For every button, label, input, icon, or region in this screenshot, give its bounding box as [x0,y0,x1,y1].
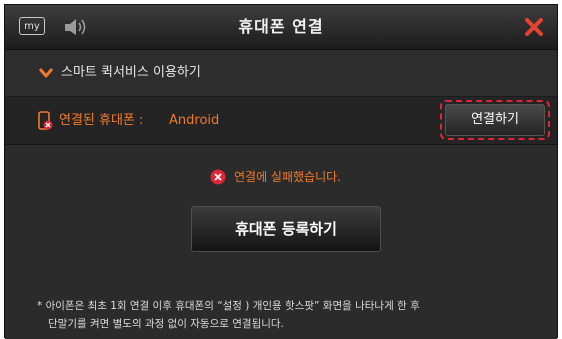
register-phone-button[interactable]: 휴대폰 등록하기 [191,206,381,252]
connect-button[interactable]: 연결하기 [445,104,545,136]
phone-disconnected-icon [38,111,53,130]
connected-phone-row: 연결된 휴대폰 : Android 연결하기 [5,97,557,145]
chevron-down-icon[interactable] [39,67,53,79]
connected-phone-value: Android [169,113,220,128]
main-panel: 연결에 실패했습니다. 휴대폰 등록하기 * 아이폰은 최초 1회 연결 이후 … [5,145,557,339]
error-message: 연결에 실패했습니다. [234,170,341,184]
close-icon[interactable] [523,16,545,38]
help-note-line-2: 단말기를 켜면 별도의 과정 없이 자동으로 연결됩니다. [48,318,284,330]
quick-service-label: 스마트 퀵서비스 이용하기 [61,65,201,80]
quick-service-row[interactable]: 스마트 퀵서비스 이용하기 [5,50,557,97]
help-note-line-1: * 아이폰은 최초 1회 연결 이후 휴대폰의 “설정 ) 개인용 핫스팟” 화… [37,300,420,312]
connected-phone-label: 연결된 휴대폰 : [59,113,144,128]
error-icon [210,169,226,185]
dialog-title: 휴대폰 연결 [238,17,324,36]
title-bar: my 휴대폰 연결 [5,5,557,50]
help-note: * 아이폰은 최초 1회 연결 이후 휴대폰의 “설정 ) 개인용 핫스팟” 화… [37,297,542,333]
dialog-window: my 휴대폰 연결 스마트 퀵서비스 이용하기 연결된 휴대폰 : Androi… [4,4,558,339]
